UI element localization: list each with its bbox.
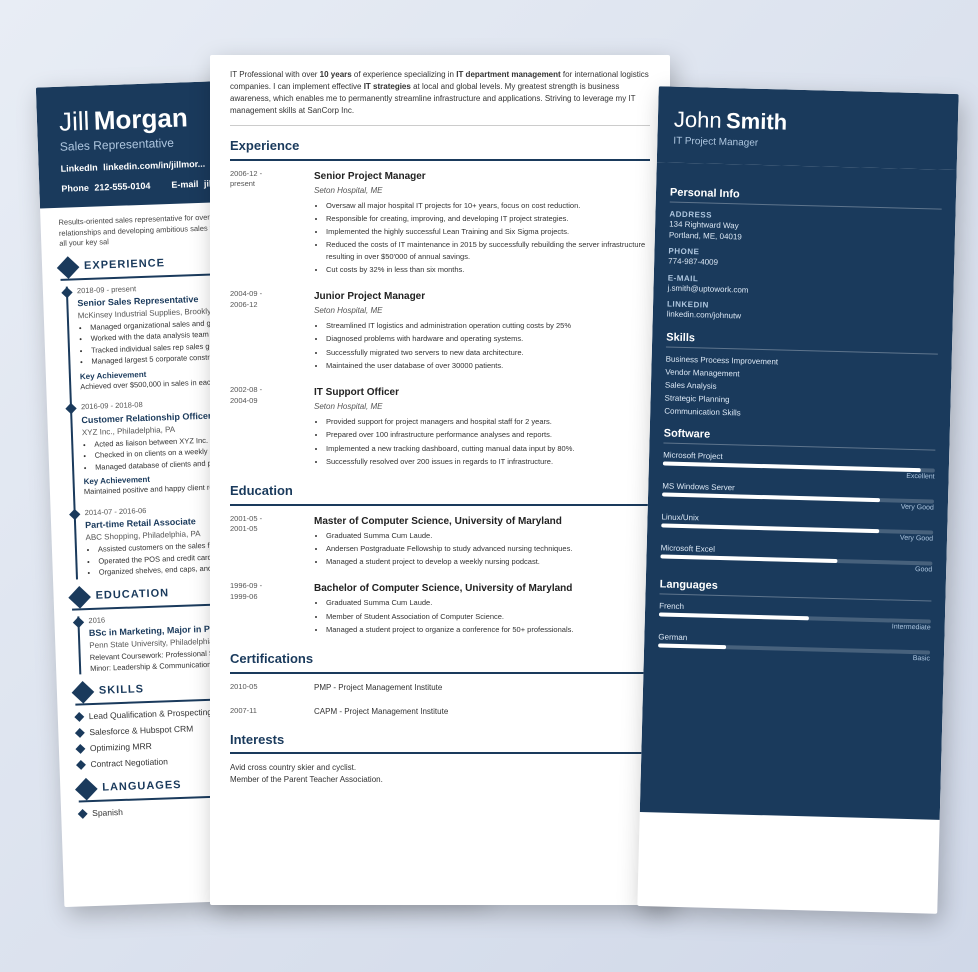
dot-2 — [65, 403, 76, 414]
mid-cert-2: 2007-11 CAPM - Project Management Instit… — [230, 706, 650, 718]
mid-job-1: 2006-12 - present Senior Project Manager… — [230, 169, 650, 278]
dot-3 — [69, 509, 80, 520]
right-header: John Smith IT Project Manager — [657, 86, 959, 170]
resume-john-smith: John Smith IT Project Manager Personal I… — [637, 86, 958, 914]
right-software-title: Software — [663, 427, 935, 450]
right-sidebar: Personal Info Address 134 Rightward WayP… — [640, 162, 957, 820]
sw-3: Linux/Unix Very Good — [661, 512, 934, 542]
left-linkedin: LinkedIn linkedin.com/in/jillmor... — [60, 159, 208, 174]
right-email: E-mail j.smith@uptowork.com — [667, 273, 939, 300]
right-address: Address 134 Rightward WayPortland, ME, 0… — [669, 210, 942, 248]
lang-icon — [75, 777, 98, 800]
edu-icon — [68, 586, 91, 609]
left-last-name: Morgan — [93, 102, 188, 135]
mid-interests: Avid cross country skier and cyclist. Me… — [230, 762, 650, 786]
mid-cert-1: 2010-05 PMP - Project Management Institu… — [230, 682, 650, 694]
right-software-list: Microsoft Project Excellent MS Windows S… — [660, 450, 935, 573]
right-skills-title: Skills — [666, 331, 938, 354]
right-phone: Phone 774-987-4009 — [668, 247, 940, 274]
sw-4: Microsoft Excel Good — [660, 543, 933, 573]
mid-job-3: 2002-08 - 2004-09 IT Support Officer Set… — [230, 385, 650, 469]
mid-interests-title: Interests — [230, 730, 650, 755]
mid-edu-1: 2001-05 - 2001-05 Master of Computer Sci… — [230, 514, 650, 570]
right-name: John Smith — [674, 107, 943, 140]
left-phone: Phone 212-555-0104 — [61, 181, 153, 194]
sw-2: MS Windows Server Very Good — [662, 481, 935, 511]
mid-exp-title: Experience — [230, 136, 650, 161]
mid-edu-2: 1996-09 - 1999-06 Bachelor of Computer S… — [230, 581, 650, 637]
right-last-name: Smith — [726, 108, 788, 135]
mid-summary: IT Professional with over 10 years of ex… — [230, 69, 650, 126]
lang-french: French Intermediate — [659, 601, 932, 631]
sw-1: Microsoft Project Excellent — [663, 450, 936, 480]
mid-cert-title: Certifications — [230, 649, 650, 674]
right-lang-list: French Intermediate German Basic — [658, 601, 931, 662]
exp-icon — [57, 256, 80, 279]
right-personal-title: Personal Info — [670, 187, 942, 210]
skills-icon — [72, 681, 95, 704]
left-first-name: Jill — [59, 106, 90, 137]
resume-mid: IT Professional with over 10 years of ex… — [210, 55, 670, 905]
lang-german: German Basic — [658, 632, 931, 662]
right-linkedin: LinkedIn linkedin.com/johnutw — [667, 299, 939, 326]
edu-dot-1 — [73, 616, 84, 627]
mid-job-2: 2004-09 - 2006-12 Junior Project Manager… — [230, 289, 650, 373]
right-lang-title: Languages — [659, 578, 931, 601]
mid-body: IT Professional with over 10 years of ex… — [210, 55, 670, 800]
mid-edu-title: Education — [230, 481, 650, 506]
dot-1 — [61, 286, 72, 297]
right-first-name: John — [674, 107, 722, 133]
right-skills-list: Business Process Improvement Vendor Mana… — [664, 354, 938, 422]
